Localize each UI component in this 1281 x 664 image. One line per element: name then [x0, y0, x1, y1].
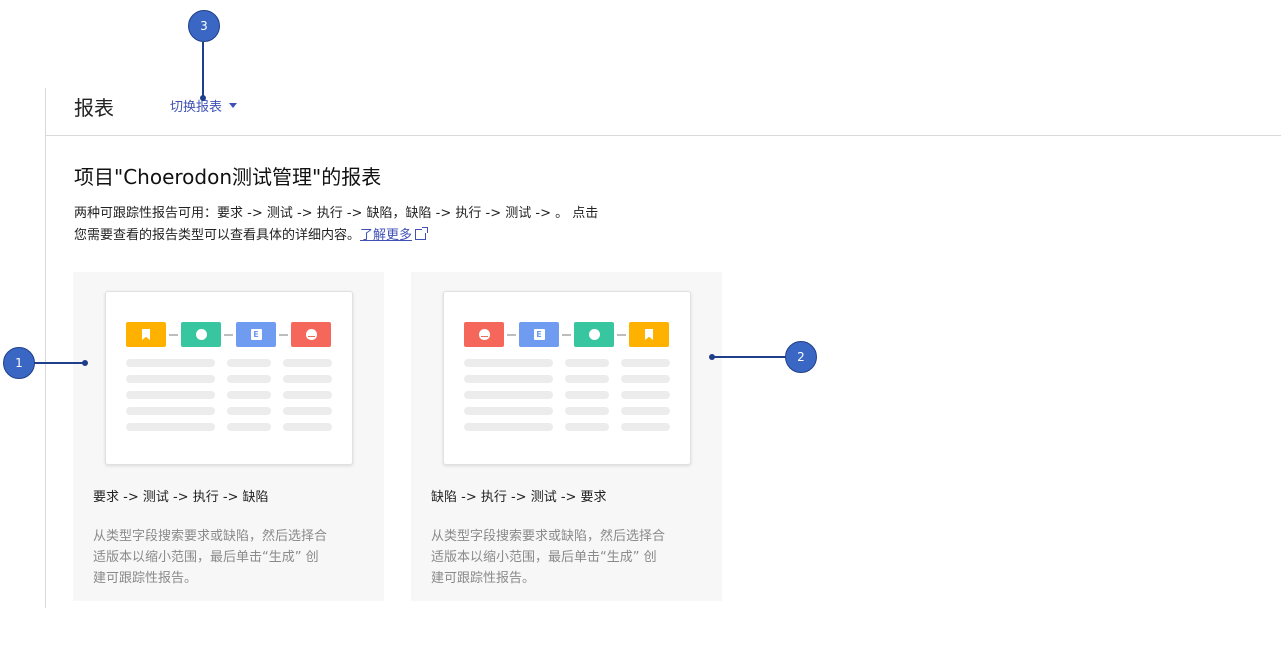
card-desc-line: 建可跟踪性报告。: [93, 571, 198, 586]
callout-1-leader: [34, 362, 86, 364]
card-desc-line: 从类型字段搜索要求或缺陷，然后选择合: [93, 529, 328, 544]
bookmark-chip: [629, 322, 669, 347]
connector: [279, 333, 288, 336]
bookmark-icon: [645, 329, 653, 340]
callout-3-leader: [202, 42, 204, 99]
report-thumbnail: [443, 291, 691, 465]
compass-chip: [574, 322, 614, 347]
execution-icon: [533, 329, 545, 340]
report-card-defect-to-requirement[interactable]: 缺陷 -> 执行 -> 测试 -> 要求 从类型字段搜索要求或缺陷，然后选择合 …: [411, 272, 722, 601]
page-title: 报表: [74, 96, 114, 120]
bug-icon: [478, 329, 490, 340]
card-description: 从类型字段搜索要求或缺陷，然后选择合 适版本以缩小范围，最后单击“生成” 创 建…: [431, 526, 701, 589]
callout-1-anchor: [82, 360, 88, 366]
callout-2-anchor: [709, 354, 715, 360]
report-thumbnail: [105, 291, 353, 465]
compass-icon: [588, 329, 600, 340]
connector: [169, 333, 178, 336]
execution-chip: [519, 322, 559, 347]
execution-chip: [236, 322, 276, 347]
compass-icon: [195, 329, 207, 340]
left-divider: [45, 88, 46, 608]
bug-chip: [464, 322, 504, 347]
report-heading: 项目"Choerodon测试管理"的报表: [74, 165, 382, 189]
bookmark-chip: [126, 322, 166, 347]
callout-2: 2: [785, 341, 817, 373]
execution-icon: [250, 329, 262, 340]
flow-chips: [126, 322, 331, 347]
placeholder-rows: [464, 359, 670, 439]
card-title: 要求 -> 测试 -> 执行 -> 缺陷: [93, 490, 269, 505]
callout-2-leader: [713, 356, 786, 358]
compass-chip: [181, 322, 221, 347]
card-desc-line: 从类型字段搜索要求或缺陷，然后选择合: [431, 529, 666, 544]
flow-chips: [464, 322, 669, 347]
connector: [507, 333, 516, 336]
card-desc-line: 适版本以缩小范围，最后单击“生成” 创: [431, 550, 657, 565]
description-text: 您需要查看的报告类型可以查看具体的详细内容。: [74, 228, 361, 243]
card-title: 缺陷 -> 执行 -> 测试 -> 要求: [431, 490, 607, 505]
description-line-1: 两种可跟踪性报告可用：要求 -> 测试 -> 执行 -> 缺陷，缺陷 -> 执行…: [74, 206, 599, 221]
bookmark-icon: [142, 329, 150, 340]
bug-chip: [291, 322, 331, 347]
connector: [562, 333, 571, 336]
description-line-2: 您需要查看的报告类型可以查看具体的详细内容。了解更多: [74, 225, 654, 247]
card-desc-line: 建可跟踪性报告。: [431, 571, 536, 586]
callout-1: 1: [3, 347, 35, 379]
connector: [617, 333, 626, 336]
switch-report-label: 切换报表: [170, 100, 223, 115]
connector: [224, 333, 233, 336]
external-link-icon: [415, 227, 429, 240]
caret-down-icon: [229, 103, 238, 108]
learn-more-link[interactable]: 了解更多: [360, 228, 412, 243]
report-card-requirement-to-defect[interactable]: 要求 -> 测试 -> 执行 -> 缺陷 从类型字段搜索要求或缺陷，然后选择合 …: [73, 272, 384, 601]
card-desc-line: 适版本以缩小范围，最后单击“生成” 创: [93, 550, 319, 565]
callout-3-anchor: [200, 95, 206, 101]
header-divider: [46, 135, 1281, 136]
report-description: 两种可跟踪性报告可用：要求 -> 测试 -> 执行 -> 缺陷，缺陷 -> 执行…: [74, 203, 654, 247]
card-description: 从类型字段搜索要求或缺陷，然后选择合 适版本以缩小范围，最后单击“生成” 创 建…: [93, 526, 363, 589]
bug-icon: [305, 329, 317, 340]
placeholder-rows: [126, 359, 332, 439]
callout-3: 3: [188, 10, 220, 42]
